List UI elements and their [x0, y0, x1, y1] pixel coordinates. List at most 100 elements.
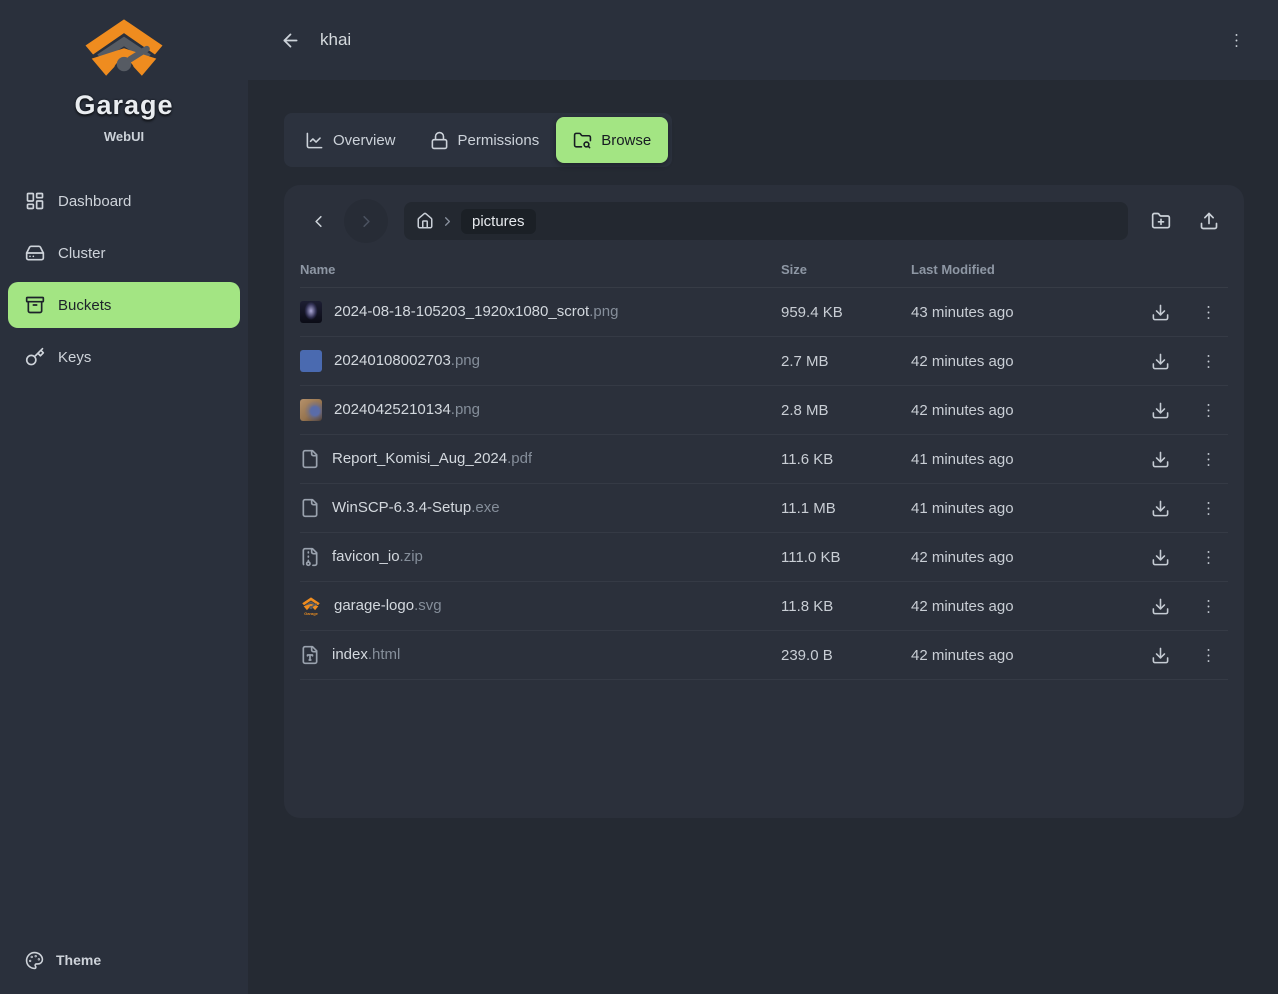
table-row[interactable]: WinSCP-6.3.4-Setup.exe 11.1 MB 41 minute…: [300, 484, 1228, 533]
column-header-modified: Last Modified: [911, 262, 1130, 277]
file-icon: [300, 498, 320, 518]
download-icon: [1151, 401, 1170, 420]
content: Overview Permissions Browse pictures: [248, 80, 1278, 994]
sidebar-item-buckets[interactable]: Buckets: [8, 282, 240, 328]
ellipsis-vertical-icon: [1199, 499, 1218, 518]
sidebar-item-keys[interactable]: Keys: [8, 334, 240, 380]
table-row[interactable]: index.html 239.0 B 42 minutes ago: [300, 631, 1228, 680]
download-icon: [1151, 646, 1170, 665]
table-header: Name Size Last Modified: [300, 251, 1228, 288]
palette-icon: [25, 951, 44, 970]
download-button[interactable]: [1140, 539, 1180, 575]
row-menu-button[interactable]: [1188, 294, 1228, 330]
lock-icon: [430, 131, 449, 150]
download-button[interactable]: [1140, 294, 1180, 330]
row-menu-button[interactable]: [1188, 441, 1228, 477]
table-row[interactable]: 2024-08-18-105203_1920x1080_scrot.png 95…: [300, 288, 1228, 337]
file-table: Name Size Last Modified 2024-08-18-10520…: [300, 251, 1228, 680]
archive-icon: [25, 295, 45, 315]
folder-plus-icon: [1151, 211, 1171, 231]
download-button[interactable]: [1140, 392, 1180, 428]
sidebar-item-dashboard[interactable]: Dashboard: [8, 178, 240, 224]
row-menu-button[interactable]: [1188, 539, 1228, 575]
garage-logo-icon: [82, 18, 166, 84]
row-menu-button[interactable]: [1188, 637, 1228, 673]
sidebar-item-cluster[interactable]: Cluster: [8, 230, 240, 276]
file-size: 11.8 KB: [781, 598, 911, 615]
tab-browse[interactable]: Browse: [556, 117, 668, 163]
new-folder-button[interactable]: [1142, 202, 1180, 240]
download-button[interactable]: [1140, 490, 1180, 526]
file-modified: 42 minutes ago: [911, 549, 1140, 566]
table-row[interactable]: Report_Komisi_Aug_2024.pdf 11.6 KB 41 mi…: [300, 435, 1228, 484]
file-modified: 42 minutes ago: [911, 353, 1140, 370]
file-name[interactable]: WinSCP-6.3.4-Setup: [332, 499, 471, 516]
file-extension: .zip: [400, 548, 423, 565]
dashboard-icon: [25, 191, 45, 211]
download-icon: [1151, 303, 1170, 322]
row-menu-button[interactable]: [1188, 588, 1228, 624]
row-menu-button[interactable]: [1188, 343, 1228, 379]
ellipsis-vertical-icon: [1199, 303, 1218, 322]
download-icon: [1151, 352, 1170, 371]
breadcrumb: pictures: [404, 202, 1128, 240]
download-icon: [1151, 499, 1170, 518]
sidebar-footer: Theme: [0, 940, 248, 994]
download-button[interactable]: [1140, 588, 1180, 624]
table-row[interactable]: Garage garage-logo.svg 11.8 KB 42 minute…: [300, 582, 1228, 631]
table-row[interactable]: 20240108002703.png 2.7 MB 42 minutes ago: [300, 337, 1228, 386]
arrow-left-icon: [280, 30, 301, 51]
back-button[interactable]: [272, 22, 308, 58]
row-menu-button[interactable]: [1188, 490, 1228, 526]
harddrive-icon: [25, 243, 45, 263]
ellipsis-vertical-icon: [1199, 646, 1218, 665]
download-icon: [1151, 450, 1170, 469]
theme-toggle[interactable]: Theme: [8, 940, 240, 980]
file-name[interactable]: 20240425210134: [334, 401, 451, 418]
tab-overview[interactable]: Overview: [288, 117, 413, 163]
image-thumbnail: [300, 350, 322, 372]
table-row[interactable]: 20240425210134.png 2.8 MB 42 minutes ago: [300, 386, 1228, 435]
ellipsis-vertical-icon: [1227, 31, 1246, 50]
chart-line-icon: [305, 131, 324, 150]
tab-label: Permissions: [458, 132, 540, 149]
history-back-button[interactable]: [300, 203, 336, 239]
theme-label: Theme: [56, 952, 101, 968]
tab-permissions[interactable]: Permissions: [413, 117, 557, 163]
file-zip-icon: [300, 547, 320, 567]
download-button[interactable]: [1140, 343, 1180, 379]
file-size: 2.7 MB: [781, 353, 911, 370]
file-name[interactable]: index: [332, 646, 368, 663]
browser-toolbar: pictures: [300, 199, 1228, 243]
download-icon: [1151, 597, 1170, 616]
app-name: Garage: [74, 90, 173, 121]
file-icon: [300, 449, 320, 469]
row-menu-button[interactable]: [1188, 392, 1228, 428]
file-name[interactable]: favicon_io: [332, 548, 400, 565]
file-size: 2.8 MB: [781, 402, 911, 419]
file-name[interactable]: garage-logo: [334, 597, 414, 614]
file-size: 11.6 KB: [781, 451, 911, 468]
file-name[interactable]: 2024-08-18-105203_1920x1080_scrot: [334, 303, 589, 320]
file-modified: 42 minutes ago: [911, 402, 1140, 419]
home-icon[interactable]: [416, 212, 434, 230]
file-name[interactable]: 20240108002703: [334, 352, 451, 369]
topbar-menu-button[interactable]: [1218, 22, 1254, 58]
ellipsis-vertical-icon: [1199, 548, 1218, 567]
file-modified: 43 minutes ago: [911, 304, 1140, 321]
file-extension: .exe: [471, 499, 499, 516]
image-thumbnail: [300, 399, 322, 421]
ellipsis-vertical-icon: [1199, 401, 1218, 420]
browser-card: pictures Name Size Last Modified: [284, 185, 1244, 818]
download-button[interactable]: [1140, 441, 1180, 477]
table-row[interactable]: favicon_io.zip 111.0 KB 42 minutes ago: [300, 533, 1228, 582]
column-header-size: Size: [781, 262, 911, 277]
upload-button[interactable]: [1190, 202, 1228, 240]
file-modified: 41 minutes ago: [911, 451, 1140, 468]
ellipsis-vertical-icon: [1199, 352, 1218, 371]
key-icon: [25, 347, 45, 367]
file-name[interactable]: Report_Komisi_Aug_2024: [332, 450, 507, 467]
download-button[interactable]: [1140, 637, 1180, 673]
history-forward-button[interactable]: [344, 199, 388, 243]
breadcrumb-current-folder[interactable]: pictures: [461, 209, 536, 234]
